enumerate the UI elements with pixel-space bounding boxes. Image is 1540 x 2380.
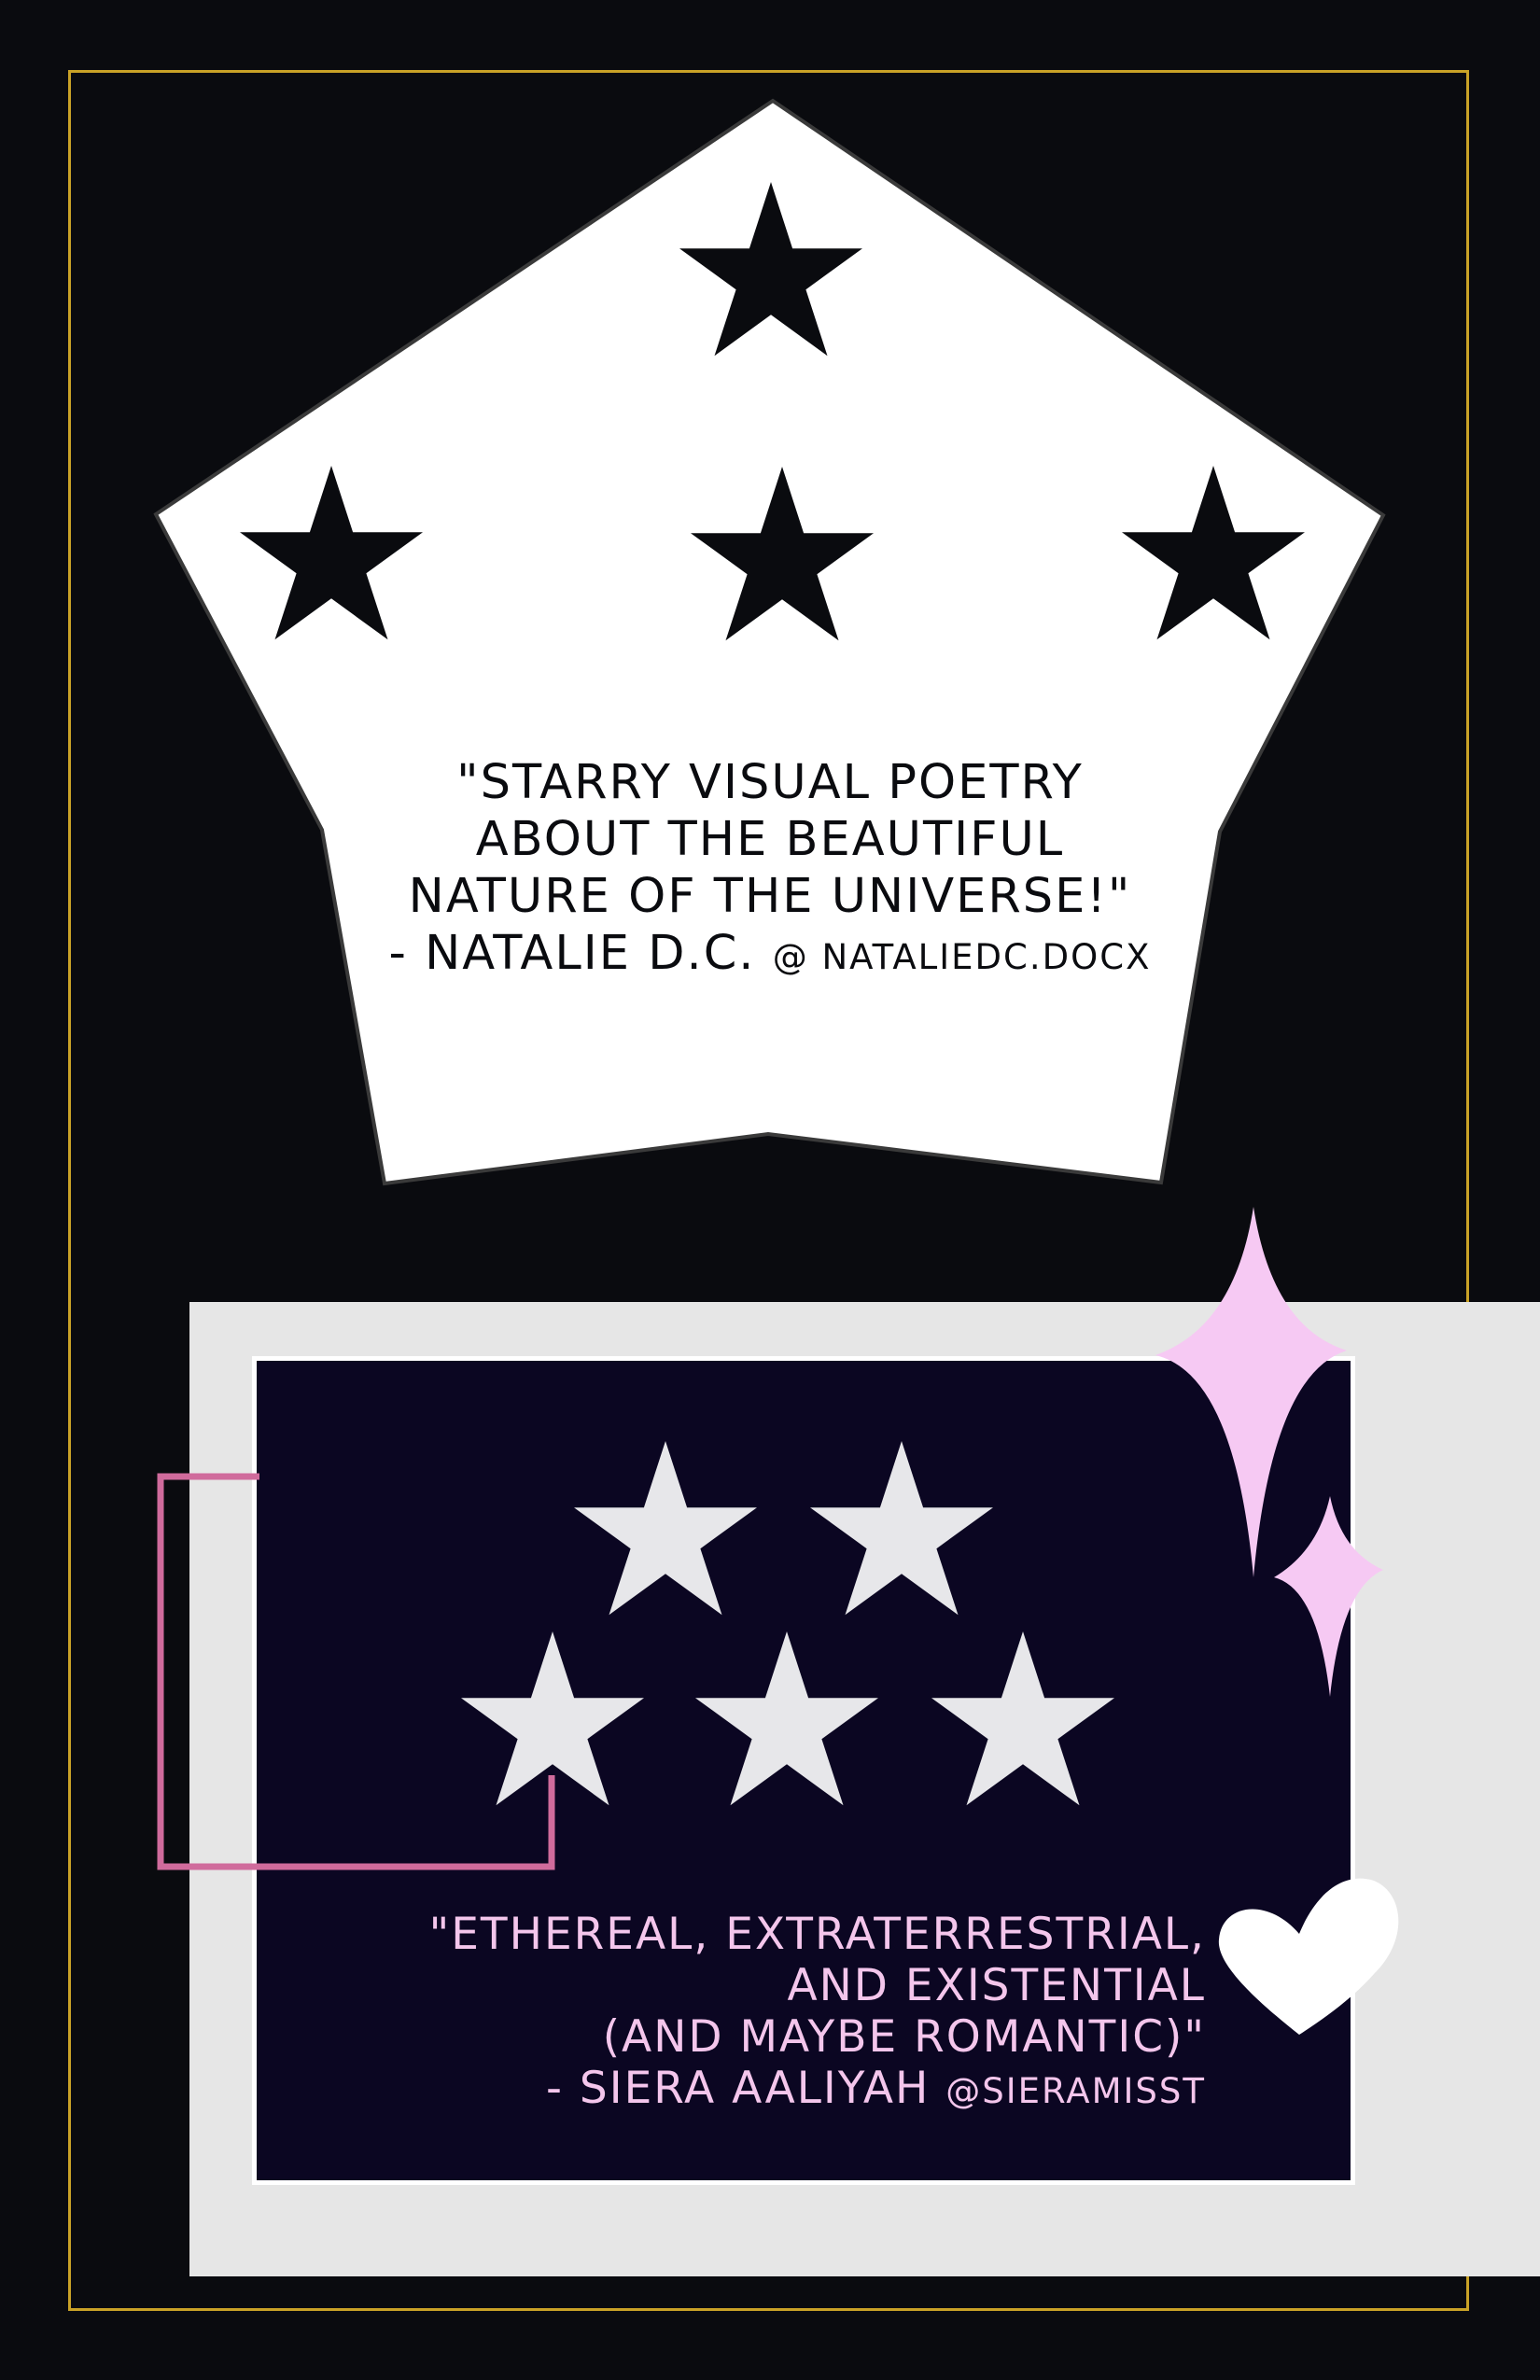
- bottom-star-group: [461, 1441, 1114, 1806]
- bottom-quote-author: - SIERA AALIYAH: [545, 2063, 931, 2114]
- heart-icon: [1218, 1878, 1399, 2035]
- sparkle-icon: [1155, 1207, 1347, 1577]
- bottom-quote-line-3: (AND MAYBE ROMANTIC)": [602, 2011, 1206, 2063]
- pink-bracket-outline: [157, 1473, 555, 1870]
- star-icon: [574, 1441, 757, 1616]
- star-icon: [695, 1631, 878, 1806]
- bottom-quote-line-1: "ETHEREAL, EXTRATERRESTRIAL,: [428, 1909, 1206, 1960]
- bottom-quote-line-2: AND EXISTENTIAL: [787, 1960, 1206, 2011]
- star-icon: [810, 1441, 993, 1616]
- bottom-quote-attribution: - SIERA AALIYAH @SIERAMISST: [273, 2063, 1206, 2117]
- bottom-quote-handle: @SIERAMISST: [945, 2071, 1206, 2111]
- star-icon: [931, 1631, 1114, 1806]
- bottom-review-quote: "ETHEREAL, EXTRATERRESTRIAL, AND EXISTEN…: [273, 1909, 1206, 2117]
- sparkle-icon: [1274, 1496, 1383, 1697]
